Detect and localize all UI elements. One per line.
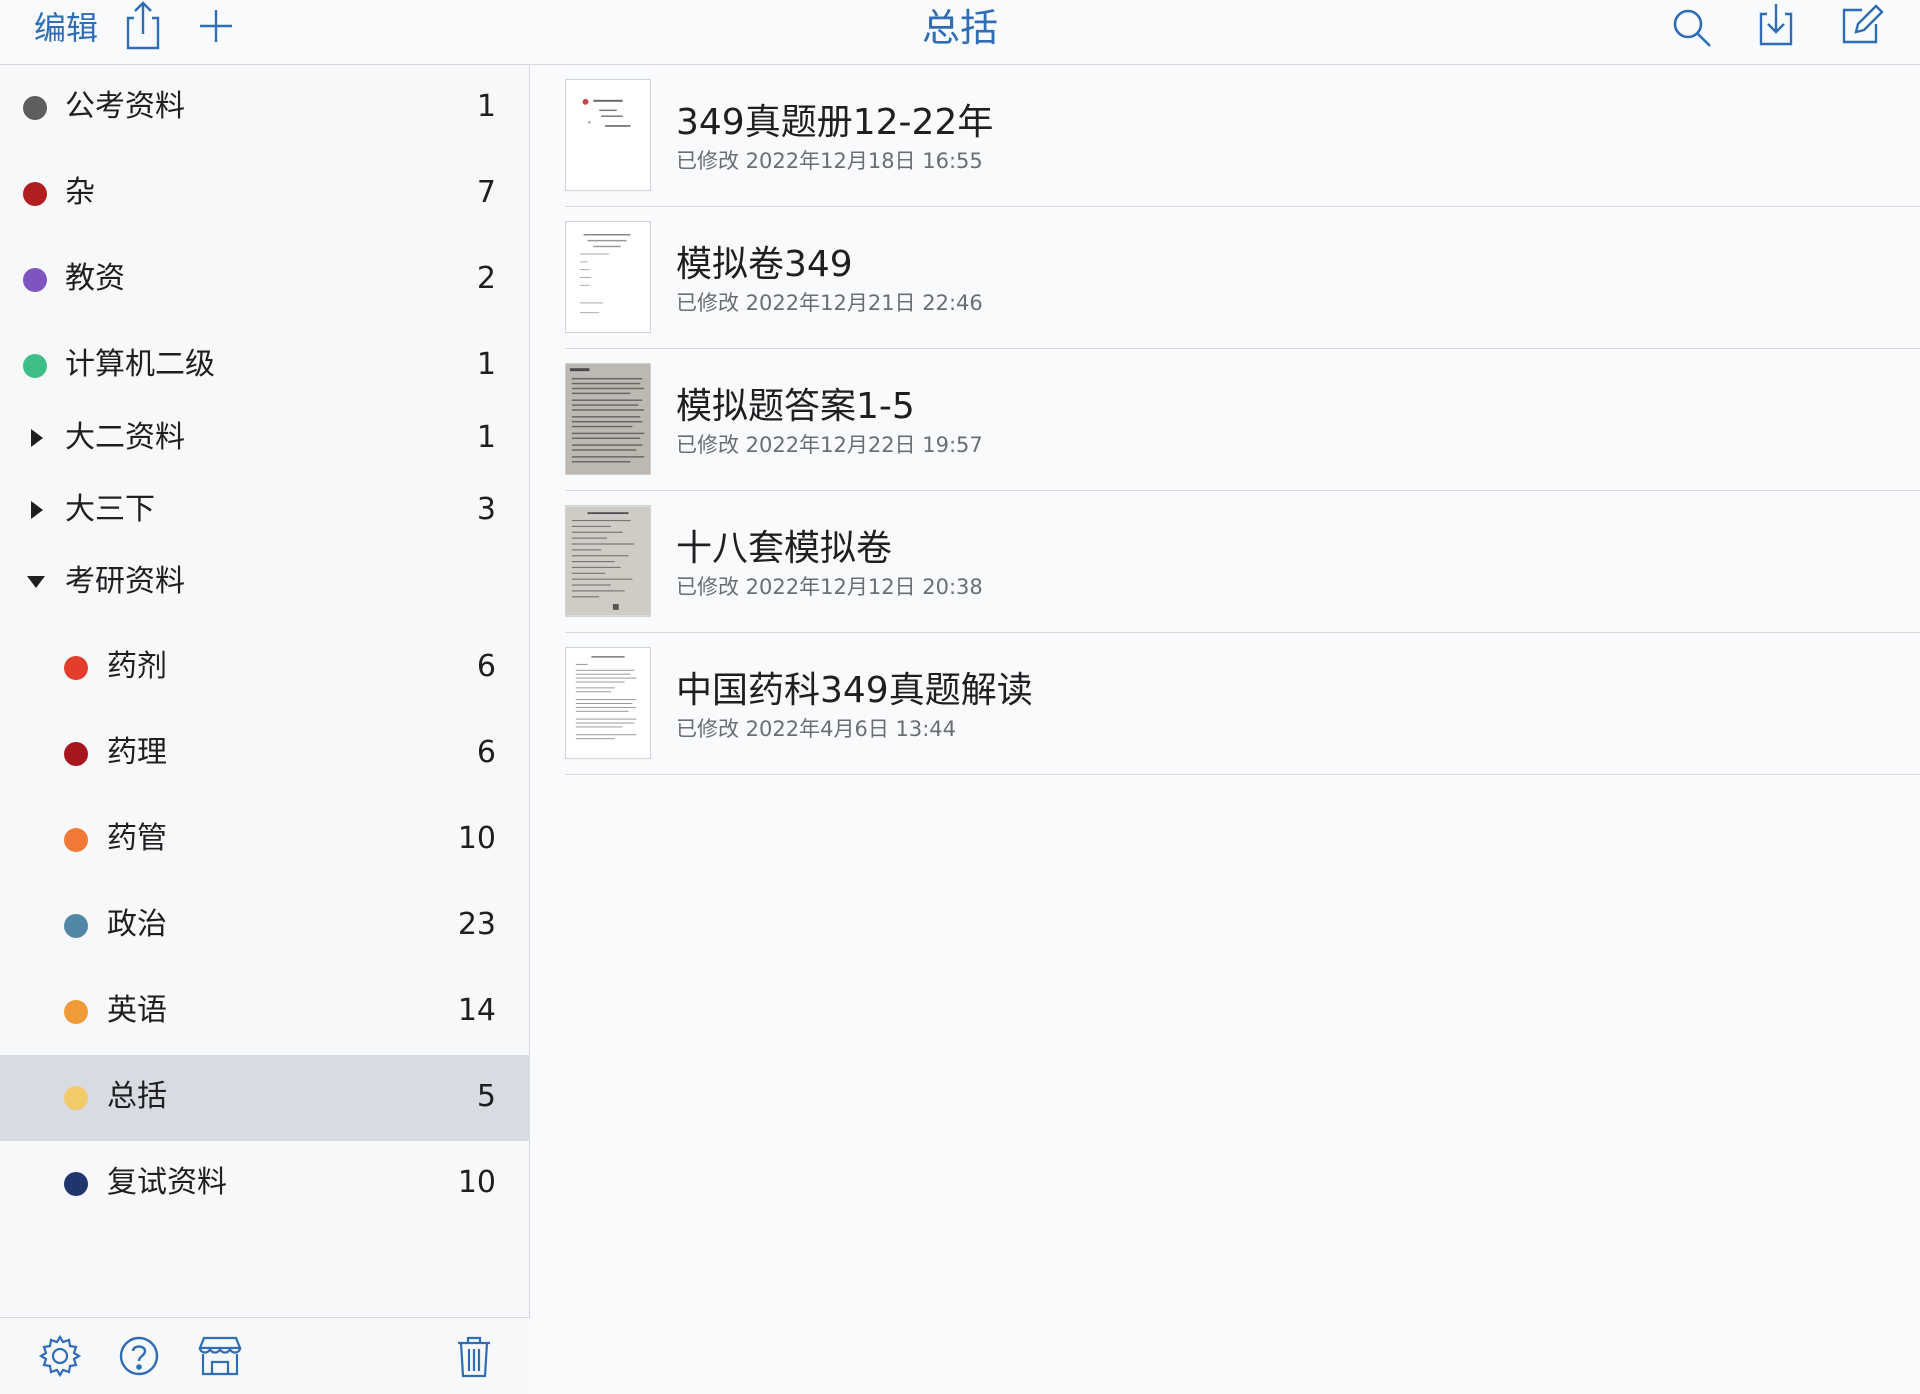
document-thumbnail[interactable] — [565, 221, 651, 333]
sidebar-item-label: 杂 — [65, 175, 95, 210]
sidebar-item-count: 3 — [476, 492, 496, 527]
sidebar-item-zhengzhi[interactable]: 政治 23 — [0, 883, 530, 969]
sidebar-item-gongkao[interactable]: 公考资料 1 — [0, 65, 530, 151]
document-item[interactable]: 349真题册12-22年 已修改 2022年12月18日 16:55 — [565, 65, 1920, 207]
color-dot-icon — [23, 96, 47, 120]
sidebar-item-count: 2 — [476, 261, 496, 296]
sidebar-item-count: 23 — [457, 907, 496, 942]
sidebar-folder-daer[interactable]: 大二资料 1 — [0, 402, 530, 474]
sidebar-item-label: 考研资料 — [65, 564, 185, 599]
search-icon[interactable] — [1668, 0, 1716, 52]
document-thumbnail[interactable] — [565, 79, 651, 191]
color-dot-icon — [64, 914, 88, 938]
sidebar-item-count: 10 — [457, 1165, 496, 1200]
sidebar-toolbar — [0, 1317, 530, 1394]
page-title: 总括 — [921, 6, 998, 50]
document-thumbnail[interactable] — [565, 505, 651, 617]
color-dot-icon — [64, 1172, 88, 1196]
color-dot-icon — [64, 1000, 88, 1024]
document-list: 349真题册12-22年 已修改 2022年12月18日 16:55 模拟卷34… — [531, 65, 1920, 1394]
document-item[interactable]: 模拟卷349 已修改 2022年12月21日 22:46 — [565, 207, 1920, 349]
import-icon[interactable] — [1752, 0, 1800, 52]
sidebar-item-yaoguan[interactable]: 药管 10 — [0, 797, 530, 883]
sidebar-item-count: 14 — [457, 993, 496, 1028]
document-title: 模拟题答案1-5 — [676, 386, 915, 427]
sidebar-item-label: 大三下 — [65, 492, 155, 527]
sidebar-item-label: 英语 — [107, 993, 167, 1028]
help-icon[interactable] — [115, 1332, 163, 1380]
sidebar-item-zongkuo[interactable]: 总括 5 — [0, 1055, 530, 1141]
sidebar-item-label: 计算机二级 — [65, 347, 215, 382]
sidebar-item-yaoli[interactable]: 药理 6 — [0, 711, 530, 797]
sidebar-item-label: 政治 — [107, 907, 167, 942]
sidebar-item-jiaozi[interactable]: 教资 2 — [0, 237, 530, 323]
document-item[interactable]: 模拟题答案1-5 已修改 2022年12月22日 19:57 — [565, 349, 1920, 491]
store-icon[interactable] — [194, 1332, 246, 1380]
sidebar-item-count: 1 — [476, 347, 496, 382]
disclosure-down-icon[interactable] — [23, 571, 49, 593]
sidebar-item-count: 1 — [476, 89, 496, 124]
color-dot-icon — [23, 182, 47, 206]
color-dot-icon — [23, 268, 47, 292]
sidebar-item-label: 药剂 — [107, 649, 167, 684]
trash-icon[interactable] — [450, 1332, 498, 1380]
sidebar-item-count: 7 — [476, 175, 496, 210]
sidebar-folder-dasanxia[interactable]: 大三下 3 — [0, 474, 530, 546]
document-item[interactable]: 十八套模拟卷 已修改 2022年12月12日 20:38 — [565, 491, 1920, 633]
color-dot-icon — [64, 828, 88, 852]
sidebar-folder-kaoyan[interactable]: 考研资料 — [0, 546, 530, 618]
sidebar-item-label: 总括 — [107, 1079, 167, 1114]
document-modified-date: 已修改 2022年12月21日 22:46 — [676, 291, 983, 315]
document-modified-date: 已修改 2022年12月12日 20:38 — [676, 575, 983, 599]
compose-icon[interactable] — [1836, 0, 1884, 52]
color-dot-icon — [64, 742, 88, 766]
sidebar-item-count: 10 — [457, 821, 496, 856]
document-title: 模拟卷349 — [676, 244, 853, 285]
gear-icon[interactable] — [36, 1332, 84, 1380]
disclosure-right-icon[interactable] — [27, 497, 49, 523]
disclosure-right-icon[interactable] — [27, 425, 49, 451]
sidebar-item-label: 药管 — [107, 821, 167, 856]
sidebar-item-label: 公考资料 — [65, 89, 185, 124]
sidebar-item-count: 1 — [476, 420, 496, 455]
color-dot-icon — [23, 354, 47, 378]
document-title: 中国药科349真题解读 — [676, 670, 1033, 711]
sidebar-item-yingyu[interactable]: 英语 14 — [0, 969, 530, 1055]
sidebar-item-fushi[interactable]: 复试资料 10 — [0, 1141, 530, 1227]
color-dot-icon — [64, 1086, 88, 1110]
color-dot-icon — [64, 656, 88, 680]
document-modified-date: 已修改 2022年12月18日 16:55 — [676, 149, 983, 173]
sidebar: 公考资料 1 杂 7 教资 2 计算机二级 1 大二资料 1 大三下 3 考研资… — [0, 65, 530, 1394]
document-thumbnail[interactable] — [565, 363, 651, 475]
sidebar-item-yaoji[interactable]: 药剂 6 — [0, 625, 530, 711]
sidebar-item-label: 大二资料 — [65, 420, 185, 455]
document-title: 349真题册12-22年 — [676, 102, 994, 143]
sidebar-item-label: 教资 — [65, 261, 125, 296]
sidebar-item-label: 复试资料 — [107, 1165, 227, 1200]
document-item[interactable]: 中国药科349真题解读 已修改 2022年4月6日 13:44 — [565, 633, 1920, 775]
navigation-bar: 编辑 总括 — [0, 0, 1920, 65]
sidebar-item-jisuanji[interactable]: 计算机二级 1 — [0, 323, 530, 409]
sidebar-item-count: 5 — [476, 1079, 496, 1114]
sidebar-item-count: 6 — [476, 735, 496, 770]
sidebar-item-count: 6 — [476, 649, 496, 684]
document-modified-date: 已修改 2022年4月6日 13:44 — [676, 717, 957, 741]
document-modified-date: 已修改 2022年12月22日 19:57 — [676, 433, 983, 457]
sidebar-item-label: 药理 — [107, 735, 167, 770]
document-thumbnail[interactable] — [565, 647, 651, 759]
sidebar-item-za[interactable]: 杂 7 — [0, 151, 530, 237]
document-title: 十八套模拟卷 — [676, 528, 893, 569]
